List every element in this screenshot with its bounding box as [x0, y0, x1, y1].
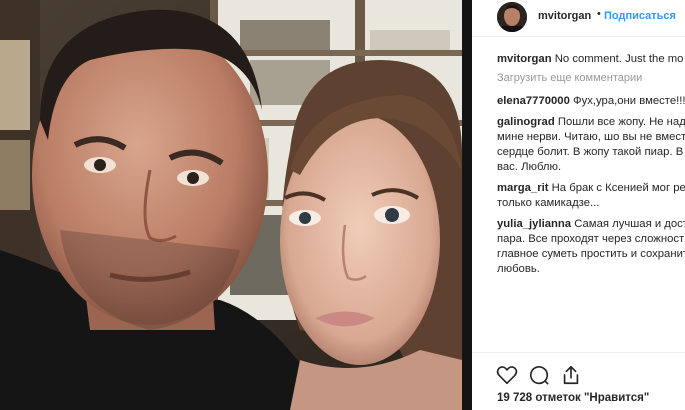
follow-button[interactable]: Подписаться: [604, 10, 676, 22]
comment-item: marga_rit На брак с Ксенией мог реш толь…: [497, 181, 685, 211]
caption-username[interactable]: mvitorgan: [497, 53, 552, 65]
comment-text-line: только камикадзе...: [497, 197, 600, 209]
header-username[interactable]: mvitorgan: [538, 10, 591, 22]
comment-item: yulia_jylianna Самая лучшая и досто пара…: [497, 217, 685, 277]
comment-text-line: сердце болит. В жопу такой пиар. В: [497, 146, 684, 158]
comments-list: mvitorgan No comment. Just the mo Загруз…: [497, 52, 685, 283]
caption: mvitorgan No comment. Just the mo: [497, 52, 685, 67]
comment-icon[interactable]: [528, 364, 550, 389]
comment-username[interactable]: yulia_jylianna: [497, 218, 571, 230]
comment-text-line: главное суметь простить и сохранит: [497, 248, 685, 260]
share-icon[interactable]: [560, 364, 582, 389]
caption-text: No comment. Just the mo: [554, 53, 684, 65]
comment-item: elena7770000 Фух,ура,они вместе!!!: [497, 94, 685, 109]
load-more-comments-button[interactable]: Загрузить еще комментарии: [497, 71, 685, 86]
post-photo[interactable]: [0, 0, 462, 410]
comment-username[interactable]: galinograd: [497, 116, 555, 128]
comment-username[interactable]: marga_rit: [497, 182, 549, 194]
comment-text-line: мине нерви. Читаю, шо вы не вмест: [497, 131, 685, 143]
post-header: mvitorgan • Подписаться: [472, 0, 685, 37]
comment-text: Фух,ура,они вместе!!!: [573, 95, 685, 107]
comment-username[interactable]: elena7770000: [497, 95, 570, 107]
photo-border: [462, 0, 472, 410]
comment-item: galinograd Пошли все жопу. Не над мине н…: [497, 115, 685, 175]
comment-text-line: пара. Все проходят через сложност: [497, 233, 685, 245]
comment-text-line: вас. Люблю.: [497, 161, 562, 173]
post-side-panel: mvitorgan • Подписаться mvitorgan No com…: [472, 0, 685, 410]
likes-count[interactable]: 19 728 отметок "Нравится": [497, 392, 649, 404]
comment-text: На брак с Ксенией мог реш: [551, 182, 685, 194]
avatar[interactable]: [497, 2, 527, 32]
comment-text: Пошли все жопу. Не над: [557, 116, 685, 128]
comment-text-line: любовь.: [497, 263, 540, 275]
separator-dot: •: [597, 8, 601, 20]
selfie-image: [0, 0, 462, 410]
heart-icon[interactable]: [496, 364, 518, 389]
comment-text: Самая лучшая и досто: [574, 218, 685, 230]
divider: [472, 352, 685, 353]
